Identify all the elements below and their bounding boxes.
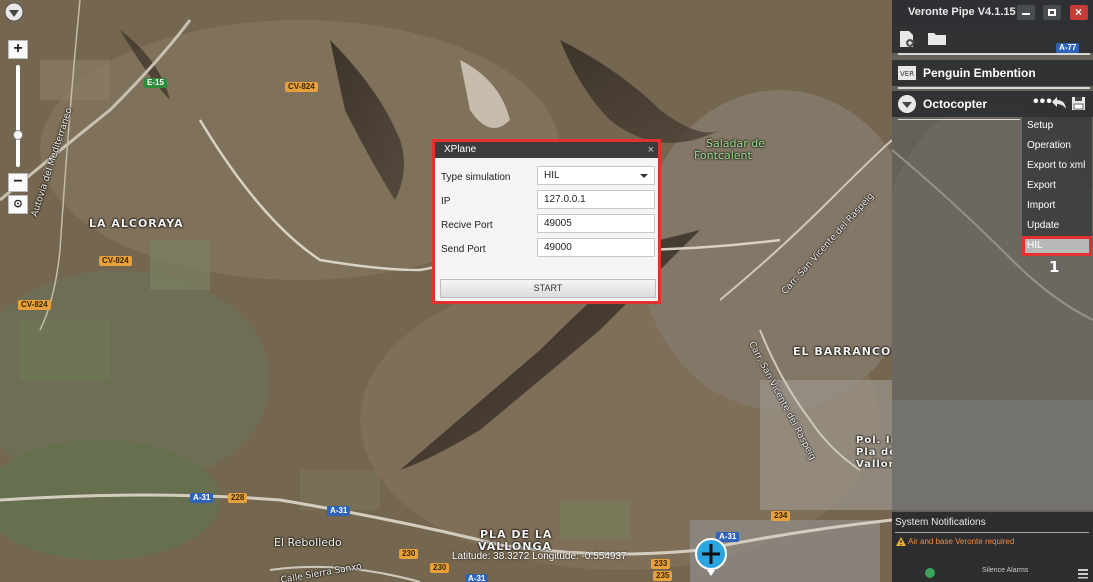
device-row-octocopter[interactable]: Octocopter ••• — [892, 91, 1093, 117]
xplane-dialog-titlebar[interactable]: XPlane × — [435, 142, 658, 158]
type-simulation-label: Type simulation — [441, 172, 511, 183]
type-simulation-select[interactable]: HIL — [537, 166, 655, 185]
menu-item-operation[interactable]: Operation — [1022, 136, 1092, 156]
road-tag-cv824: CV-824 — [285, 82, 318, 92]
road-tag-e15: E-15 — [144, 78, 167, 88]
notifications-title: System Notifications — [895, 517, 986, 528]
map-label-el-rebolledo: El Rebolledo — [274, 536, 342, 549]
close-icon[interactable]: × — [648, 142, 654, 158]
maximize-button[interactable] — [1043, 5, 1061, 20]
new-file-icon[interactable] — [899, 30, 915, 48]
send-port-input[interactable]: 49000 — [537, 238, 655, 257]
road-tag-a31: A-31 — [465, 574, 489, 582]
xplane-dialog-highlight: XPlane × Type simulation HIL IP 127.0.0.… — [432, 139, 661, 304]
send-port-label: Send Port — [441, 244, 486, 255]
recive-port-label: Recive Port — [441, 220, 493, 231]
map-label-pla-de-la-2: Pla de la — [856, 447, 892, 458]
folder-icon[interactable] — [927, 31, 947, 46]
road-tag-235: 235 — [653, 571, 673, 581]
minimize-icon — [1022, 13, 1030, 15]
notifications-divider — [895, 532, 1089, 533]
app-title: Veronte Pipe V4.1.15 — [908, 6, 1016, 18]
close-icon: × — [1075, 5, 1083, 19]
road-tag-cv824: CV-824 — [99, 256, 132, 266]
notification-message: Air and base Veronte required — [908, 537, 1015, 546]
menu-item-export[interactable]: Export — [1022, 176, 1092, 196]
device-name-octocopter: Octocopter — [923, 97, 988, 111]
xplane-dialog-title: XPlane — [444, 144, 477, 155]
zoom-slider[interactable] — [8, 59, 28, 173]
menu-item-export-to-xml[interactable]: Export to xml — [1022, 156, 1092, 176]
locate-button[interactable]: ⊙ — [8, 195, 28, 214]
vehicle-marker-icon[interactable] — [694, 536, 730, 578]
maximize-icon — [1048, 9, 1056, 16]
device-name-penguin: Penguin Embention — [923, 66, 1036, 80]
save-icon[interactable] — [1071, 96, 1086, 111]
device-row-penguin[interactable]: VER Penguin Embention — [892, 60, 1093, 86]
ip-input[interactable]: 127.0.0.1 — [537, 190, 655, 209]
zoom-in-button[interactable]: + — [8, 40, 28, 59]
satellite-map[interactable]: LA ALCORAYA EL BARRANCO Saladar de Fontc… — [0, 0, 892, 582]
zoom-slider-track — [16, 65, 20, 167]
app-menu-icon[interactable] — [4, 2, 24, 22]
menu-item-update[interactable]: Update — [1022, 216, 1092, 236]
type-simulation-value: HIL — [544, 170, 560, 181]
ip-label: IP — [441, 196, 451, 207]
panel-toolbar: A-77 — [892, 26, 1093, 53]
panel-divider — [898, 119, 1020, 120]
panel-divider — [898, 87, 1090, 89]
device-context-menu: Setup Operation Export to xml Export Imp… — [1022, 116, 1092, 256]
start-button[interactable]: START — [440, 279, 656, 298]
warning-icon — [896, 537, 906, 546]
map-label-el-barranco: EL BARRANCO — [793, 345, 892, 358]
map-label-pol-ind: Pol. Ind. — [856, 435, 892, 446]
status-icon — [925, 568, 935, 578]
window-titlebar: Veronte Pipe V4.1.15 × — [892, 0, 1093, 26]
road-tag-a31: A-31 — [190, 493, 214, 503]
menu-item-hil[interactable]: HIL — [1022, 236, 1092, 256]
road-tag-a31: A-31 — [327, 506, 351, 516]
map-label-fontcalent: Fontcalent — [694, 149, 752, 162]
zoom-slider-thumb[interactable] — [13, 130, 23, 140]
zoom-control: + − ⊙ — [8, 40, 30, 214]
minimize-button[interactable] — [1017, 5, 1035, 20]
map-label-vallonga-2: Vallonga — [856, 459, 892, 470]
more-options-icon[interactable]: ••• — [1033, 93, 1053, 111]
cursor-coordinates: Latitude: 38.3272 Longitude: -0.554937 — [452, 551, 627, 562]
callout-one: 1 — [1049, 258, 1060, 276]
road-tag-cv824: CV-824 — [18, 300, 51, 310]
chevron-down-icon — [640, 174, 648, 178]
svg-text:VER: VER — [900, 70, 914, 78]
xplane-dialog: XPlane × Type simulation HIL IP 127.0.0.… — [435, 142, 658, 301]
road-tag-228: 228 — [228, 493, 248, 503]
recive-port-input[interactable]: 49005 — [537, 214, 655, 233]
road-tag-233: 233 — [651, 559, 671, 569]
menu-item-setup[interactable]: Setup — [1022, 116, 1092, 136]
road-tag-230: 230 — [430, 563, 450, 573]
panel-divider — [898, 53, 1090, 55]
silence-alarms-button[interactable]: Silence Alarms — [982, 567, 1028, 574]
menu-item-import[interactable]: Import — [1022, 196, 1092, 216]
close-window-button[interactable]: × — [1070, 5, 1088, 20]
system-notifications: System Notifications Air and base Veront… — [892, 512, 1093, 582]
zoom-out-button[interactable]: − — [8, 173, 28, 192]
device-file-icon: VER — [898, 66, 916, 80]
map-label-la-alcoraya: LA ALCORAYA — [89, 217, 184, 230]
device-connect-icon — [898, 95, 916, 113]
road-tag-a77: A-77 — [1056, 43, 1080, 53]
undo-icon[interactable] — [1051, 96, 1067, 110]
road-tag-234: 234 — [771, 511, 791, 521]
notifications-list-icon[interactable] — [1077, 567, 1089, 579]
road-tag-230: 230 — [399, 549, 419, 559]
